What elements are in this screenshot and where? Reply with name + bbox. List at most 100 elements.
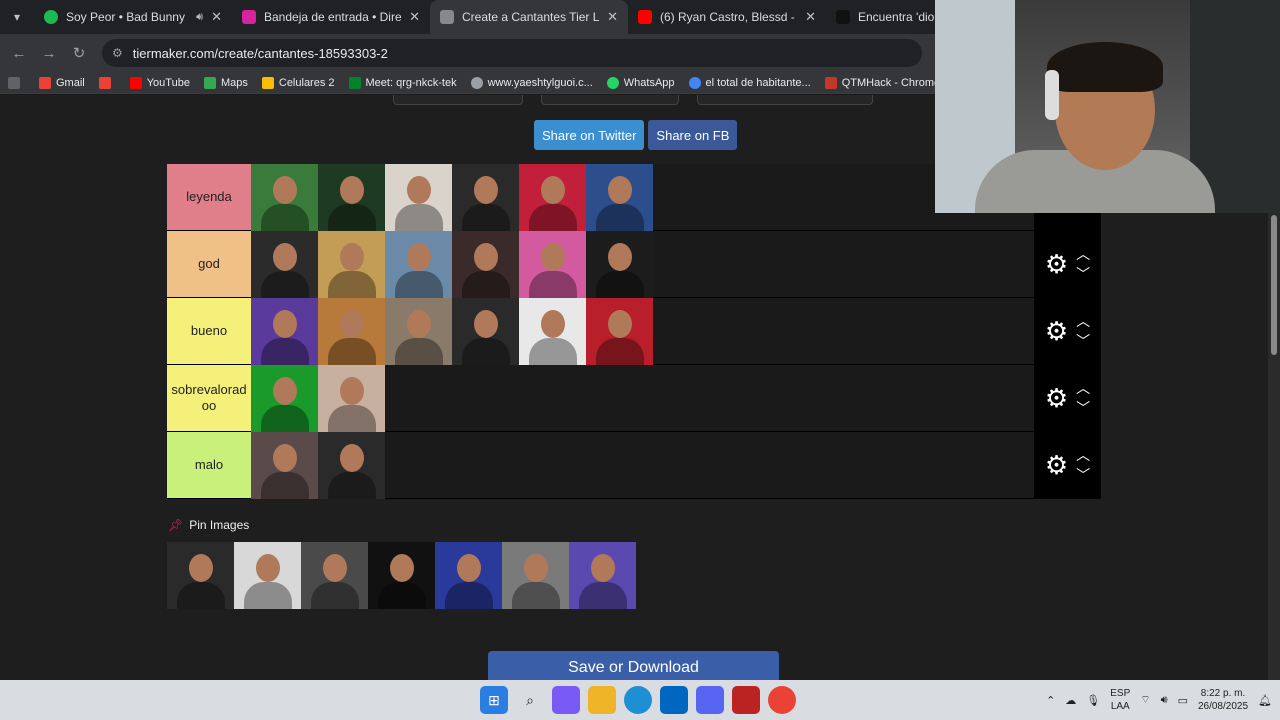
tier-items[interactable]	[251, 231, 1034, 298]
voicemeeter-icon[interactable]	[732, 686, 760, 714]
artist-image[interactable]	[318, 365, 385, 432]
file-explorer-icon[interactable]	[588, 686, 616, 714]
tier-items[interactable]	[251, 365, 1034, 432]
bookmark-meet[interactable]: Meet: qrg-nkck-tek	[348, 76, 457, 89]
top-button-stub[interactable]	[541, 95, 679, 105]
tier-items[interactable]	[251, 432, 1034, 499]
artist-image[interactable]	[519, 298, 586, 365]
speaker-icon[interactable]: 🔊︎	[196, 11, 203, 24]
gear-icon[interactable]: ⚙	[1045, 452, 1068, 478]
tier-label[interactable]: malo	[167, 432, 251, 498]
bookmark-youtube[interactable]: YouTube	[129, 76, 190, 89]
tier-items[interactable]	[251, 298, 1034, 365]
share-fb-button[interactable]: Share on FB	[648, 120, 738, 150]
edge-icon[interactable]	[624, 686, 652, 714]
chevron-down-icon[interactable]: ﹀	[1076, 468, 1090, 482]
onedrive-icon[interactable]: ☁	[1065, 694, 1076, 707]
microphone-icon[interactable]: 🎙︎	[1086, 694, 1100, 707]
artist-image[interactable]	[318, 164, 385, 231]
chevron-up-icon[interactable]: ︿	[1076, 314, 1090, 328]
artist-image[interactable]	[452, 164, 519, 231]
pool-image[interactable]	[301, 542, 368, 609]
pool-image[interactable]	[502, 542, 569, 609]
language-indicator[interactable]: ESP LAA	[1110, 687, 1130, 713]
gear-icon[interactable]: ⚙	[1045, 251, 1068, 277]
tab-search-button[interactable]: ▾	[0, 0, 34, 34]
bookmark-gmail[interactable]: Gmail	[39, 76, 85, 89]
copilot-icon[interactable]	[552, 686, 580, 714]
chevron-down-icon[interactable]: ﹀	[1076, 334, 1090, 348]
save-download-button[interactable]: Save or Download	[488, 651, 779, 680]
close-icon[interactable]: ✕	[805, 9, 816, 25]
artist-image[interactable]	[251, 164, 318, 231]
chevron-up-icon[interactable]: ︿	[1076, 247, 1090, 261]
chevron-down-icon[interactable]: ﹀	[1076, 401, 1090, 415]
artist-image[interactable]	[251, 365, 318, 432]
chevron-up-icon[interactable]: ︿	[1076, 381, 1090, 395]
tier-label[interactable]: leyenda	[167, 164, 251, 230]
tab-tiermaker[interactable]: Create a Cantantes Tier List - Ti ✕	[430, 0, 628, 34]
artist-image[interactable]	[519, 164, 586, 231]
bookmark-google[interactable]: el total de habitante...	[688, 76, 811, 89]
bookmark-gmail-2[interactable]	[98, 76, 116, 89]
top-button-stub[interactable]	[697, 95, 873, 105]
artist-image[interactable]	[318, 432, 385, 499]
pool-image[interactable]	[435, 542, 502, 609]
bookmark-maps[interactable]: Maps	[203, 76, 248, 89]
close-icon[interactable]: ✕	[211, 9, 222, 25]
artist-image[interactable]	[586, 164, 653, 231]
chrome-icon[interactable]	[768, 686, 796, 714]
artist-image[interactable]	[452, 298, 519, 365]
battery-icon[interactable]: ▭	[1178, 694, 1188, 707]
tier-items[interactable]	[251, 164, 1034, 231]
artist-image[interactable]	[318, 231, 385, 298]
gear-icon[interactable]: ⚙	[1045, 318, 1068, 344]
start-icon[interactable]: ⊞	[480, 686, 508, 714]
forward-button[interactable]: →	[34, 38, 64, 68]
discord-icon[interactable]	[696, 686, 724, 714]
bookmark-yaesh[interactable]: www.yaeshtylguoi.c...	[470, 76, 593, 89]
tab-youtube[interactable]: (6) Ryan Castro, Blessd - LEJAN ✕	[628, 0, 826, 34]
artist-image[interactable]	[251, 231, 318, 298]
tab-tiktok[interactable]: Encuentra 'diomed	[826, 0, 946, 34]
scrollbar-thumb[interactable]	[1271, 215, 1277, 355]
close-icon[interactable]: ✕	[607, 9, 618, 25]
artist-image[interactable]	[318, 298, 385, 365]
pool-image[interactable]	[569, 542, 636, 609]
artist-image[interactable]	[251, 298, 318, 365]
tab-instagram[interactable]: Bandeja de entrada • Direct ✕	[232, 0, 430, 34]
reload-button[interactable]: ↻	[64, 38, 94, 68]
address-bar[interactable]: ⚙ tiermaker.com/create/cantantes-1859330…	[102, 39, 922, 67]
artist-image[interactable]	[586, 298, 653, 365]
volume-icon[interactable]: 🔊︎	[1161, 694, 1168, 707]
artist-image[interactable]	[251, 432, 318, 499]
tier-label[interactable]: god	[167, 231, 251, 297]
artist-image[interactable]	[519, 231, 586, 298]
gear-icon[interactable]: ⚙	[1045, 385, 1068, 411]
pool-image[interactable]	[234, 542, 301, 609]
wifi-icon[interactable]: ⌔	[1140, 693, 1150, 707]
pool-image[interactable]	[167, 542, 234, 609]
bookmark-qtmhack[interactable]: QTMHack - Chrome...	[824, 76, 949, 89]
artist-image[interactable]	[385, 298, 452, 365]
top-button-stub[interactable]	[393, 95, 523, 105]
tier-label[interactable]: sobrevaloradoo	[167, 365, 251, 431]
artist-image[interactable]	[452, 231, 519, 298]
notification-icon[interactable]: 🔔︎	[1258, 694, 1272, 707]
store-icon[interactable]	[660, 686, 688, 714]
artist-image[interactable]	[385, 164, 452, 231]
site-info-icon[interactable]: ⚙	[112, 46, 123, 60]
pool-image[interactable]	[368, 542, 435, 609]
chevron-up-icon[interactable]: ⌃	[1046, 694, 1055, 707]
bookmark-celulares[interactable]: Celulares 2	[261, 76, 335, 89]
clock[interactable]: 8:22 p. m. 26/08/2025	[1198, 687, 1248, 713]
tab-spotify[interactable]: Soy Peor • Bad Bunny 🔊︎ ✕	[34, 0, 232, 34]
chevron-down-icon[interactable]: ﹀	[1076, 267, 1090, 281]
tier-label[interactable]: bueno	[167, 298, 251, 364]
back-button[interactable]: ←	[4, 38, 34, 68]
artist-image[interactable]	[385, 231, 452, 298]
artist-image[interactable]	[586, 231, 653, 298]
bookmark-whatsapp[interactable]: WhatsApp	[606, 76, 675, 89]
search-icon[interactable]: ⌕	[516, 686, 544, 714]
chevron-up-icon[interactable]: ︿	[1076, 448, 1090, 462]
